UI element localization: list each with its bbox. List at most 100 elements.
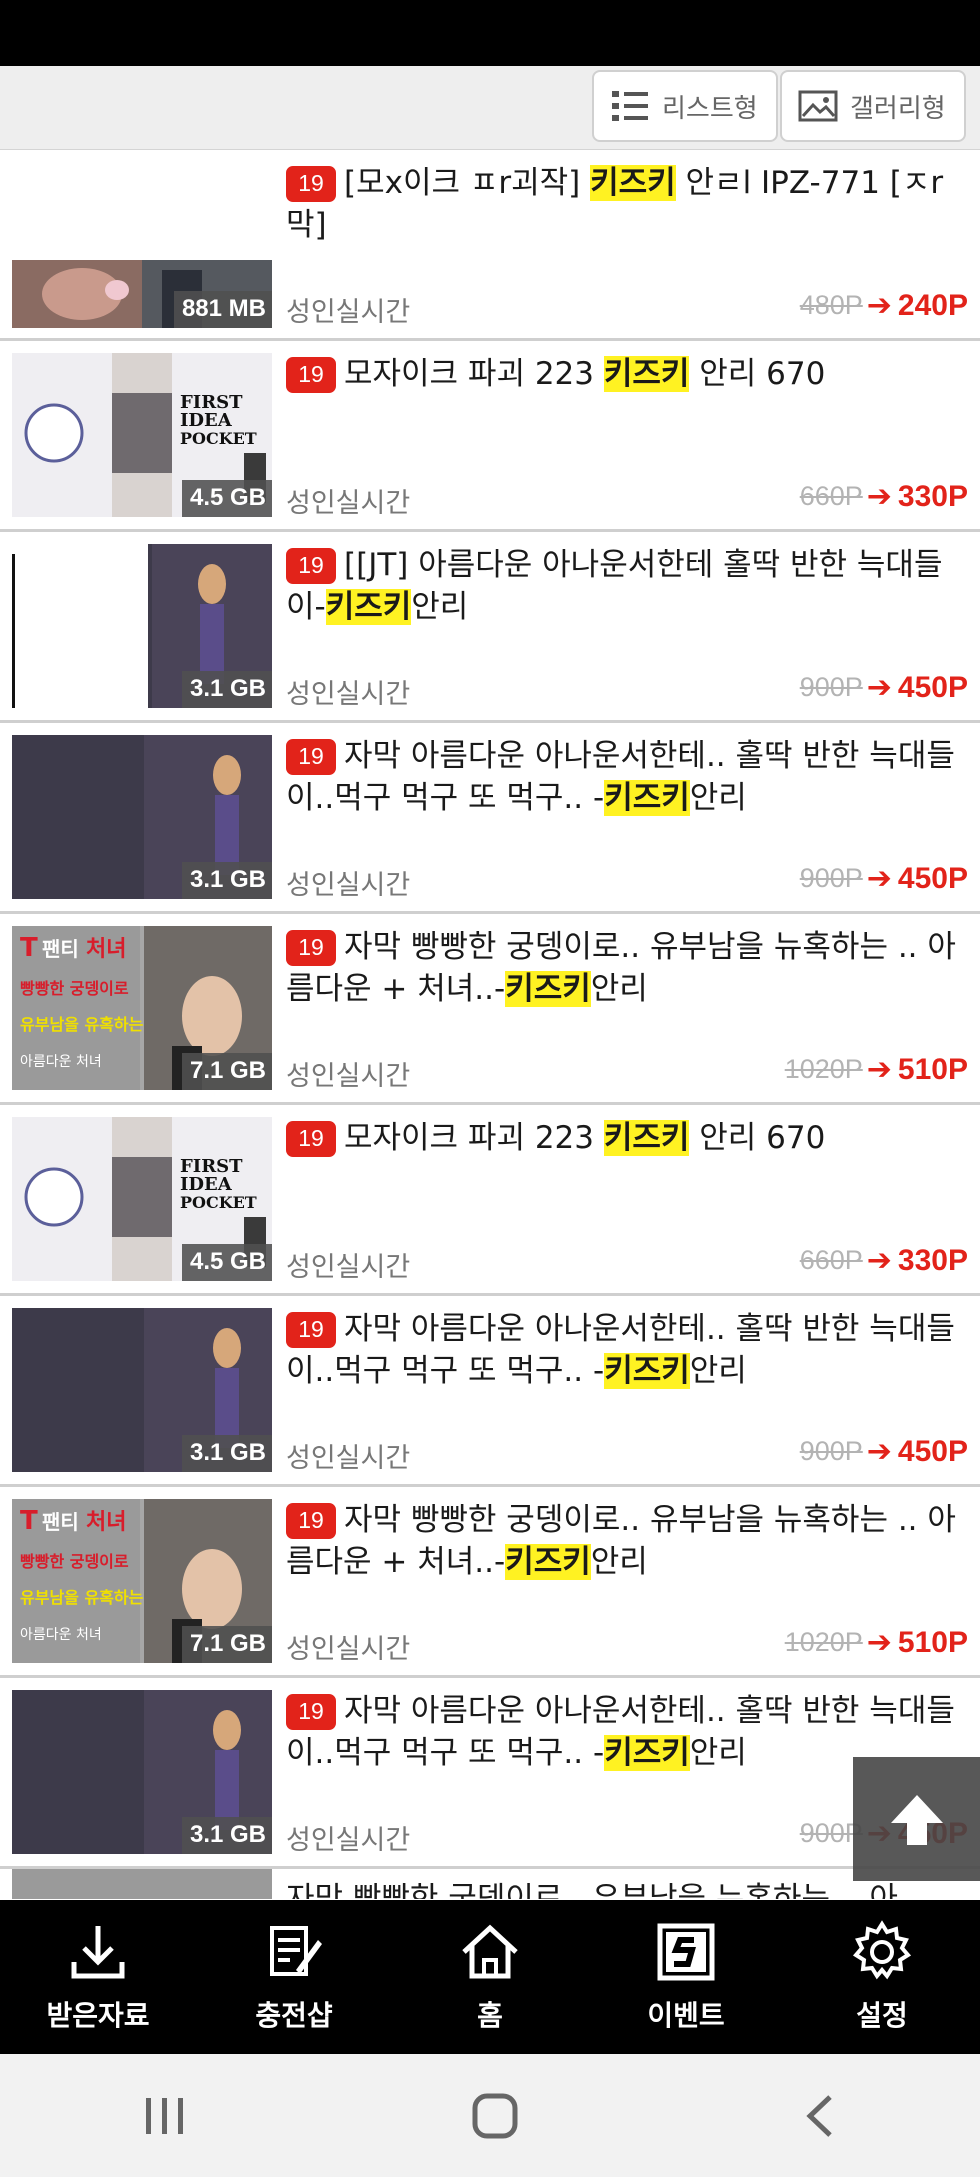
file-size-badge: 3.1 GB — [181, 1435, 272, 1472]
nav-shop[interactable]: 충전샵 — [196, 1900, 392, 2054]
item-thumbnail[interactable]: 아나운서아름다운 아나운서홀딱 반한 늑대덮쳐...먹구 먹구 또 먹구3.1 … — [12, 1690, 272, 1854]
home-icon — [462, 1924, 518, 1979]
item-title[interactable]: 19 자막 아름다운 아나운서한테.. 홀딱 반한 늑대들이..먹구 먹구 또 먹… — [286, 1308, 970, 1392]
item-thumbnail[interactable]: 아나운서아름다운 아나운서홀딱 반한 늑대덮쳐...먹구 먹구 또 먹구3.1 … — [12, 1308, 272, 1472]
sale-price: 510P — [897, 1625, 968, 1659]
age-19-badge: 19 — [286, 739, 336, 775]
item-category: 성인실시간 — [286, 1061, 411, 1092]
home-button-icon[interactable] — [470, 2091, 520, 2141]
file-size-badge: 4.5 GB — [181, 1244, 272, 1281]
file-size-badge: 7.1 GB — [181, 1626, 272, 1663]
keyword-highlight: 키즈키 — [603, 356, 690, 392]
recent-apps-icon[interactable] — [140, 2094, 190, 2138]
age-19-badge: 19 — [286, 166, 336, 202]
list-item[interactable]: FIRST IDEA POCKET 4.5 GB 19 모자이크 파괴 223 키즈키 안… — [0, 341, 980, 532]
nav-downloads[interactable]: 받은자료 — [0, 1900, 196, 2054]
arrow-right-icon: ➔ — [866, 1243, 892, 1278]
item-thumbnail[interactable]: T 팬티 처녀 빵빵한 궁뎅이로 유부남을 유혹하는 아름다운 처녀 7.1 GB — [12, 926, 272, 1090]
item-thumbnail[interactable]: T 팬티 처녀 빵빵한 궁뎅이로 유부남을 유혹하는 아름다운 처녀 7.1 GB — [12, 1499, 272, 1663]
item-category: 성인실시간 — [286, 1443, 411, 1474]
item-thumbnail[interactable]: 881 MB — [12, 208, 272, 328]
item-title-suffix: 안리 — [689, 1735, 747, 1771]
original-price: 1020P — [784, 1054, 863, 1084]
svg-text:유부남을 유혹하는: 유부남을 유혹하는 — [20, 1015, 144, 1034]
item-title[interactable]: 19 모자이크 파괴 223 키즈키 안리 670 — [286, 1117, 970, 1159]
item-title-suffix: 안리 — [411, 589, 469, 625]
svg-text:처녀: 처녀 — [86, 937, 126, 962]
status-bar — [0, 0, 980, 66]
item-title-suffix: 안리 — [689, 1353, 747, 1389]
list-item[interactable]: 아나운서아름다운 아나운서홀딱 반한 늑대덮쳐...먹구 먹구 또 먹구3.1 … — [0, 1678, 980, 1869]
list-item[interactable]: T 팬티 처녀 빵빵한 궁뎅이로 유부남을 유혹하는 아름다운 처녀 7.1 GB 19 자막 … — [0, 914, 980, 1105]
file-size-badge: 7.1 GB — [181, 1053, 272, 1090]
item-title[interactable]: 19 모자이크 파괴 223 키즈키 안리 670 — [286, 353, 970, 395]
item-price: 1020P ➔ 510P — [785, 1625, 968, 1660]
item-title-suffix: 안리 670 — [689, 356, 826, 392]
gallery-view-button[interactable]: 갤러리형 — [780, 70, 966, 142]
keyword-highlight: 키즈키 — [604, 1735, 690, 1771]
item-title-suffix: 안리 — [689, 780, 747, 816]
sale-price: 240P — [897, 288, 968, 322]
list-item[interactable]: 아나운서아름다운 아나운서홀딱 반한 늑대덮쳐...먹구 먹구 또 먹구3.1 … — [0, 723, 980, 914]
back-icon[interactable] — [800, 2091, 840, 2141]
svg-text:처녀: 처녀 — [86, 1510, 126, 1535]
file-size-badge: 881 MB — [173, 291, 272, 328]
sale-price: 330P — [897, 479, 968, 513]
nav-home[interactable]: 홈 — [392, 1900, 588, 2054]
list-view-label: 리스트형 — [662, 93, 758, 124]
item-thumbnail[interactable]: 3.1 GB — [12, 544, 272, 708]
nav-settings[interactable]: 설정 — [784, 1900, 980, 2054]
nav-downloads-label: 받은자료 — [46, 1999, 150, 2032]
item-title-text: 자막 빵빵한 궁뎅이로.. 유부남을 뉴혹하는 .. 아 — [286, 1881, 898, 1899]
item-thumbnail[interactable]: 아나운서아름다운 아나운서홀딱 반한 늑대덮쳐...먹구 먹구 또 먹구3.1 … — [12, 735, 272, 899]
nav-event[interactable]: 이벤트 — [588, 1900, 784, 2054]
nav-event-label: 이벤트 — [647, 1999, 725, 2032]
age-19-badge: 19 — [286, 1312, 336, 1348]
item-title[interactable]: 19 자막 아름다운 아나운서한테.. 홀딱 반한 늑대들이..먹구 먹구 또 먹… — [286, 735, 970, 819]
original-price: 1020P — [784, 1627, 863, 1657]
bottom-navigation: 받은자료 충전샵 홈 이벤트 설정 — [0, 1900, 980, 2054]
view-toggle-bar: 리스트형 갤러리형 — [0, 66, 980, 150]
list-icon — [612, 91, 648, 121]
item-category: 성인실시간 — [286, 1634, 411, 1665]
item-title-suffix: 안리 — [590, 971, 648, 1007]
svg-text:아름다운 처녀: 아름다운 처녀 — [20, 1627, 102, 1643]
item-title-text: [모x이크 ㅍr괴작] — [344, 165, 591, 201]
item-thumbnail — [12, 1869, 272, 1899]
item-category: 성인실시간 — [286, 1252, 411, 1283]
list-item[interactable]: 3.1 GB 19 [[JT] 아름다운 아나운서한테 홀딱 반한 늑대들이-키즈키… — [0, 532, 980, 723]
list-view-button[interactable]: 리스트형 — [592, 70, 778, 142]
scroll-top-button[interactable] — [853, 1757, 980, 1881]
nav-home-label: 홈 — [477, 1999, 503, 2032]
arrow-right-icon: ➔ — [866, 1434, 892, 1469]
list-item[interactable]: T 팬티 처녀 빵빵한 궁뎅이로 유부남을 유혹하는 아름다운 처녀 7.1 GB 19 자막 … — [0, 1487, 980, 1678]
item-title-text: 모자이크 파괴 223 — [344, 356, 604, 392]
item-price: 660P ➔ 330P — [800, 479, 968, 514]
item-thumbnail[interactable]: FIRST IDEA POCKET 4.5 GB — [12, 353, 272, 517]
age-19-badge: 19 — [286, 548, 336, 584]
edit-icon — [270, 1926, 322, 1976]
item-price: 1020P ➔ 510P — [785, 1052, 968, 1087]
item-category: 성인실시간 — [286, 1825, 411, 1856]
item-title[interactable]: 19 자막 빵빵한 궁뎅이로.. 유부남을 뉴혹하는 .. 아름다운 + 처녀..… — [286, 1499, 970, 1583]
gear-icon — [852, 1920, 912, 1980]
arrow-up-icon — [890, 1795, 943, 1845]
original-price: 480P — [799, 290, 863, 320]
item-price: 480P ➔ 240P — [800, 288, 968, 323]
arrow-right-icon: ➔ — [866, 479, 892, 514]
item-title-text: 모자이크 파괴 223 — [344, 1120, 604, 1156]
item-title[interactable]: 19 [[JT] 아름다운 아나운서한테 홀딱 반한 늑대들이-키즈키안리 — [286, 544, 970, 628]
item-thumbnail[interactable]: FIRST IDEA POCKET 4.5 GB — [12, 1117, 272, 1281]
list-item[interactable]: 아나운서아름다운 아나운서홀딱 반한 늑대덮쳐...먹구 먹구 또 먹구3.1 … — [0, 1296, 980, 1487]
file-size-badge: 4.5 GB — [181, 480, 272, 517]
item-price: 660P ➔ 330P — [800, 1243, 968, 1278]
file-size-badge: 3.1 GB — [181, 671, 272, 708]
list-item-partial[interactable]: 자막 빵빵한 궁뎅이로.. 유부남을 뉴혹하는 .. 아 — [0, 1869, 980, 1899]
list-item[interactable]: FIRST IDEA POCKET 4.5 GB 19 모자이크 파괴 223 키즈키 안… — [0, 1105, 980, 1296]
item-title[interactable]: 19 자막 빵빵한 궁뎅이로.. 유부남을 뉴혹하는 .. 아름다운 + 처녀..… — [286, 926, 970, 1010]
item-category: 성인실시간 — [286, 870, 411, 901]
list-item[interactable]: 881 MB 19 [모x이크 ㅍr괴작] 키즈키 안ㄹl IPZ-771 [ㅈr막… — [0, 150, 980, 341]
item-title[interactable]: 19 [모x이크 ㅍr괴작] 키즈키 안ㄹl IPZ-771 [ㅈr막] — [286, 162, 970, 246]
item-title-suffix: 안리 670 — [689, 1120, 826, 1156]
arrow-right-icon: ➔ — [866, 1052, 892, 1087]
